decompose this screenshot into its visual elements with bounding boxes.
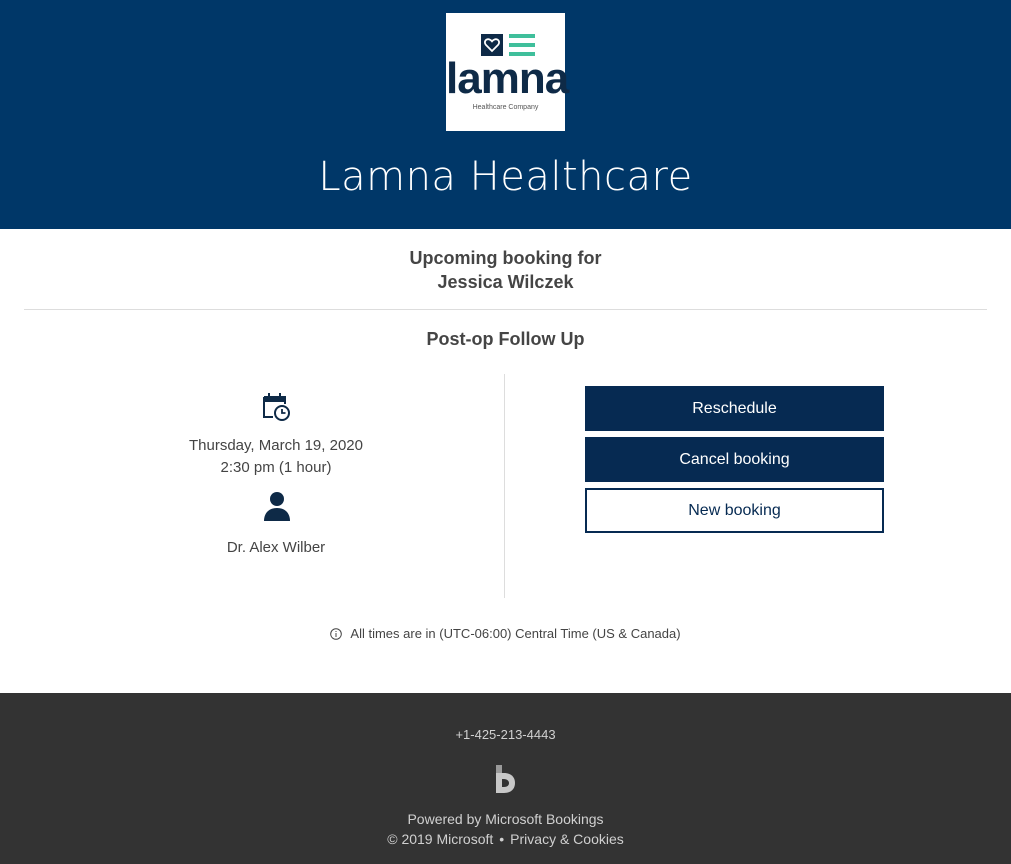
- info-icon: [330, 628, 343, 640]
- logo-wordmark: lamna: [446, 54, 569, 103]
- person-icon: [264, 492, 290, 521]
- divider: [24, 309, 987, 310]
- company-logo: lamna Healthcare Company: [446, 13, 569, 131]
- separator-dot: •: [499, 831, 505, 847]
- copyright: © 2019 Microsoft: [387, 831, 494, 847]
- booking-heading: Upcoming booking for Jessica Wilczek: [0, 246, 1011, 294]
- company-name: Lamna Healthcare: [318, 154, 693, 200]
- heart-icon: [481, 34, 503, 56]
- logo-tagline: Healthcare Company: [472, 104, 539, 111]
- phone-number[interactable]: +1-425-213-4443: [0, 727, 1011, 742]
- booking-heading-line1: Upcoming booking for: [409, 248, 602, 268]
- menu-lines-icon: [509, 34, 535, 56]
- cancel-booking-button[interactable]: Cancel booking: [585, 437, 884, 482]
- booking-time: 2:30 pm (1 hour): [220, 459, 332, 476]
- service-name: Post-op Follow Up: [426, 329, 585, 349]
- timezone-text: All times are in (UTC-06:00) Central Tim…: [350, 626, 681, 641]
- privacy-cookies-link[interactable]: Privacy & Cookies: [510, 831, 624, 847]
- vertical-divider: [504, 374, 505, 598]
- header-banner: lamna Healthcare Company Lamna Healthcar…: [0, 0, 1011, 229]
- calendar-clock-icon: [263, 393, 290, 421]
- new-booking-button[interactable]: New booking: [585, 488, 884, 533]
- bookings-logo-icon: [496, 765, 515, 793]
- booking-date: Thursday, March 19, 2020: [189, 437, 363, 454]
- staff-name: Dr. Alex Wilber: [226, 539, 326, 556]
- legal-line: © 2019 Microsoft • Privacy & Cookies: [0, 831, 1011, 847]
- timezone-note: All times are in (UTC-06:00) Central Tim…: [0, 625, 1011, 643]
- customer-name: Jessica Wilczek: [437, 272, 574, 292]
- powered-by: Powered by Microsoft Bookings: [407, 811, 604, 827]
- footer: +1-425-213-4443 Powered by Microsoft Boo…: [0, 693, 1011, 864]
- reschedule-button[interactable]: Reschedule: [585, 386, 884, 431]
